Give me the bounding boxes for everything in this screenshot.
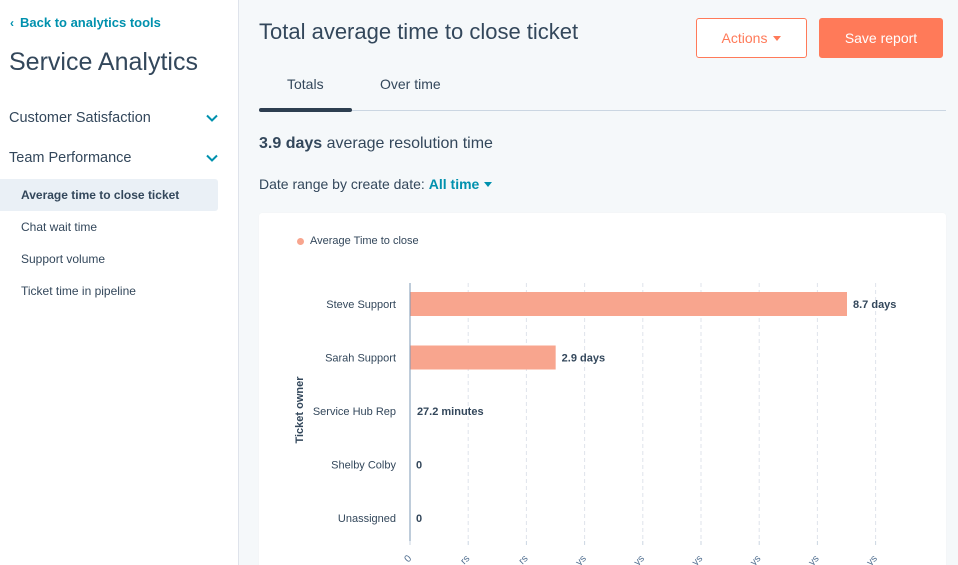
x-tick-label: ys (748, 553, 763, 565)
caret-down-icon (773, 35, 782, 41)
data-label: 8.7 days (853, 299, 896, 311)
summary-metric: 3.9 days average resolution time (259, 135, 493, 153)
summary-value: 3.9 days (259, 135, 323, 152)
x-tick-label: ys (632, 553, 647, 565)
x-tick-label: ys (807, 553, 822, 565)
sidebar-title: Service Analytics (9, 48, 198, 76)
date-range-dropdown[interactable]: All time (429, 176, 493, 192)
x-tick-label: rs (517, 553, 531, 565)
chart-card: Average Time to close Steve Support 8.7 d… (259, 213, 946, 565)
category-label: Sarah Support (325, 353, 396, 365)
section-team-performance[interactable]: Team Performance (9, 150, 219, 166)
x-tick-label: ys (574, 553, 589, 565)
active-tab-indicator (259, 108, 352, 112)
y-axis-title: Ticket owner (294, 376, 306, 444)
category-label: Steve Support (326, 299, 396, 311)
caret-down-icon (484, 181, 493, 187)
date-range: Date range by create date: All time (259, 176, 493, 192)
chevron-down-icon (206, 154, 218, 162)
chevron-left-icon: ‹ (10, 15, 14, 30)
category-label: Service Hub Rep (313, 406, 396, 418)
x-tick-label: rs (459, 553, 473, 565)
bar-chart: Steve Support 8.7 days Sarah Support 2.9 da… (294, 283, 896, 565)
back-link-label: Back to analytics tools (20, 15, 161, 30)
tab-totals[interactable]: Totals (287, 76, 324, 92)
category-label: Unassigned (338, 513, 396, 525)
section-label: Team Performance (9, 150, 132, 166)
data-label: 27.2 minutes (417, 406, 484, 418)
date-range-value: All time (428, 176, 480, 192)
save-report-button[interactable]: Save report (819, 18, 943, 58)
section-label: Customer Satisfaction (9, 110, 151, 126)
main-content: Total average time to close ticket Actio… (240, 0, 958, 565)
actions-button[interactable]: Actions (696, 18, 807, 58)
back-to-analytics-link[interactable]: ‹ Back to analytics tools (10, 15, 161, 30)
category-label: Shelby Colby (331, 460, 396, 472)
bar (410, 345, 556, 370)
sidebar-item-ticket-time-in-pipeline[interactable]: Ticket time in pipeline (0, 275, 218, 307)
actions-label: Actions (721, 30, 768, 46)
x-tick-label: ys (690, 553, 705, 565)
data-label: 2.9 days (562, 353, 605, 365)
chevron-down-icon (206, 114, 218, 122)
tab-bar: Totals Over time (259, 68, 946, 112)
sidebar-item-chat-wait-time[interactable]: Chat wait time (0, 211, 218, 243)
summary-text: average resolution time (326, 135, 493, 152)
x-tick-label: 0 (402, 553, 414, 565)
sidebar-item-average-time-to-close[interactable]: Average time to close ticket (0, 179, 218, 211)
sidebar-item-support-volume[interactable]: Support volume (0, 243, 218, 275)
section-customer-satisfaction[interactable]: Customer Satisfaction (9, 110, 219, 126)
data-label: 0 (416, 513, 422, 525)
sidebar: ‹ Back to analytics tools Service Analyt… (0, 0, 239, 565)
date-range-label: Date range by create date: (259, 176, 425, 192)
data-label: 0 (416, 460, 422, 472)
bar (410, 292, 847, 316)
x-tick-label: ys (865, 553, 880, 565)
page-title: Total average time to close ticket (259, 19, 579, 44)
tab-over-time[interactable]: Over time (380, 76, 441, 92)
